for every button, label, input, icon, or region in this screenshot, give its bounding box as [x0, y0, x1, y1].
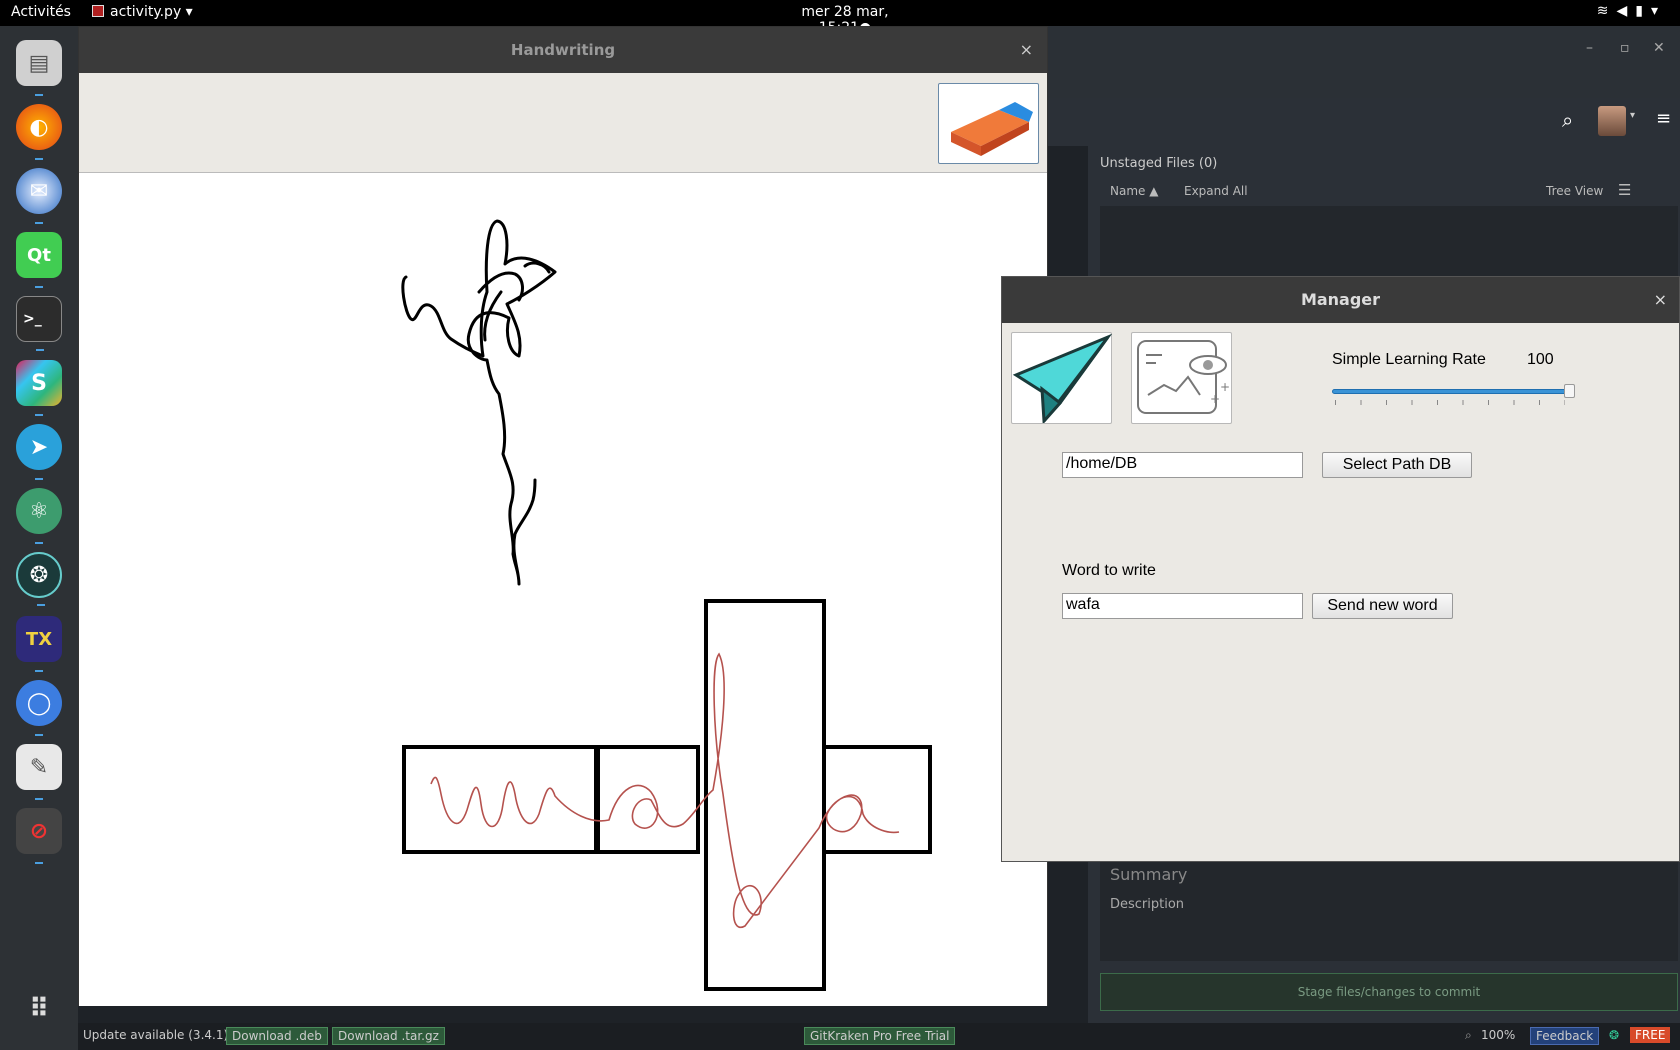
- minimize-icon[interactable]: –: [1586, 40, 1593, 56]
- telegram-icon[interactable]: ➤: [16, 424, 62, 480]
- maximize-icon[interactable]: ▫: [1620, 40, 1630, 56]
- svg-text:+: +: [1210, 392, 1220, 406]
- manager-close-button[interactable]: ×: [1654, 277, 1667, 323]
- chromium-icon[interactable]: ◯: [16, 680, 62, 736]
- select-path-db-button[interactable]: Select Path DB: [1322, 452, 1472, 478]
- feedback-button[interactable]: Feedback: [1530, 1027, 1600, 1045]
- commit-message-box[interactable]: Summary Description: [1100, 861, 1678, 961]
- name-sort-header[interactable]: Name ▲: [1110, 184, 1158, 198]
- file-list-header: Name ▲ Expand All Tree View ☰: [1100, 180, 1678, 202]
- learning-rate-slider[interactable]: [1332, 383, 1575, 407]
- download-targz-button[interactable]: Download .tar.gz: [332, 1027, 445, 1045]
- gitkraken-logo-icon: ❂: [1609, 1028, 1620, 1042]
- avatar[interactable]: [1598, 106, 1626, 136]
- slider-ticks: [1335, 400, 1565, 405]
- word-to-write-label: Word to write: [1062, 562, 1156, 579]
- wifi-icon: ≋: [1596, 3, 1617, 19]
- slider-handle[interactable]: [1564, 384, 1575, 398]
- free-badge[interactable]: FREE: [1630, 1027, 1671, 1043]
- learning-rate-label: Simple Learning Rate: [1332, 351, 1486, 368]
- slack-icon[interactable]: S: [16, 360, 62, 416]
- paper-plane-icon: [1012, 333, 1113, 425]
- stage-files-button[interactable]: Stage files/changes to commit: [1100, 973, 1678, 1011]
- handwritten-word-stroke: [430, 652, 900, 929]
- thunderbird-icon[interactable]: ✉: [16, 168, 62, 224]
- db-path-input[interactable]: /home/DB: [1062, 452, 1303, 478]
- send-new-word-button[interactable]: Send new word: [1312, 593, 1453, 619]
- battery-icon: ▮: [1635, 3, 1651, 19]
- atom-icon[interactable]: ⚛: [16, 488, 62, 544]
- python-app-icon: [92, 5, 104, 17]
- zoom-icon: ⌕: [1465, 1028, 1472, 1042]
- manager-window: Manager × + + Simple Learning Rate 100 /…: [1001, 276, 1680, 862]
- svg-text:+: +: [1220, 380, 1230, 394]
- send-paper-plane-button[interactable]: [1011, 332, 1113, 425]
- window-close-icon[interactable]: ✕: [1653, 40, 1665, 56]
- app-menu[interactable]: activity.py ▾: [92, 4, 193, 20]
- handwriting-window: Handwriting ×: [78, 26, 1048, 1006]
- learning-rate-value: 100: [1527, 351, 1554, 368]
- texmaker-icon[interactable]: TX: [16, 616, 62, 672]
- expand-all-link[interactable]: Expand All: [1184, 184, 1248, 198]
- drawing-canvas[interactable]: [79, 174, 1047, 1006]
- qt-creator-icon[interactable]: Qt: [16, 232, 62, 288]
- manager-titlebar: Manager ×: [1002, 277, 1679, 323]
- visualize-chart-button[interactable]: + +: [1131, 332, 1232, 424]
- volume-icon: ◀: [1616, 3, 1636, 19]
- text-editor-icon[interactable]: ✎: [16, 744, 62, 800]
- pro-trial-button[interactable]: GitKraken Pro Free Trial: [804, 1027, 956, 1045]
- list-view-icon[interactable]: ☰: [1618, 181, 1631, 199]
- search-icon[interactable]: ⌕: [1562, 108, 1573, 132]
- chart-eye-icon: + +: [1137, 340, 1230, 414]
- top-bar: Activités activity.py ▾ mer 28 mar, 15:2…: [0, 0, 1680, 36]
- letter-box-w: [402, 745, 598, 854]
- chevron-down-icon[interactable]: ▾: [1630, 110, 1635, 121]
- app-menu-label: activity.py ▾: [110, 4, 193, 20]
- hamburger-menu-icon[interactable]: ≡: [1656, 108, 1671, 129]
- dock: ▤ ◐ ✉ Qt >_ S ➤ ⚛ ❂ TX ◯ ✎ ⊘ ⠿: [0, 26, 78, 1050]
- firefox-icon[interactable]: ◐: [16, 104, 62, 160]
- slider-track: [1332, 389, 1568, 394]
- handwriting-toolbar: [79, 73, 1047, 173]
- show-apps-grid-icon[interactable]: ⠿: [16, 986, 62, 1032]
- handwriting-close-button[interactable]: ×: [1020, 27, 1033, 73]
- update-available-text: Update available (3.4.1): [83, 1028, 229, 1042]
- manager-title: Manager: [1300, 290, 1381, 309]
- eraser-icon: [950, 101, 1033, 156]
- eraser-button[interactable]: [938, 83, 1039, 164]
- zoom-level[interactable]: 100%: [1476, 1027, 1520, 1043]
- summary-field[interactable]: Summary: [1110, 865, 1187, 884]
- power-icon: ▾: [1650, 3, 1666, 19]
- download-deb-button[interactable]: Download .deb: [226, 1027, 328, 1045]
- terminal-icon[interactable]: >_: [16, 296, 62, 351]
- description-field[interactable]: Description: [1110, 897, 1184, 912]
- activities-button[interactable]: Activités: [11, 4, 71, 20]
- sketch-stroke: [401, 219, 557, 586]
- unstaged-files-header: Unstaged Files (0): [1100, 156, 1218, 171]
- gitkraken-icon[interactable]: ❂: [16, 552, 62, 606]
- files-icon[interactable]: ▤: [16, 40, 62, 96]
- word-input[interactable]: wafa: [1062, 593, 1303, 619]
- app-error-icon[interactable]: ⊘: [16, 808, 62, 864]
- system-menu[interactable]: ≋◀▮▾: [1597, 3, 1666, 19]
- handwriting-title: Handwriting: [510, 41, 616, 59]
- handwriting-titlebar: Handwriting ×: [79, 27, 1047, 73]
- status-bar: Update available (3.4.1) Download .deb D…: [78, 1023, 1680, 1050]
- tree-view-toggle[interactable]: Tree View: [1546, 184, 1603, 198]
- canvas-drawing: [401, 219, 932, 991]
